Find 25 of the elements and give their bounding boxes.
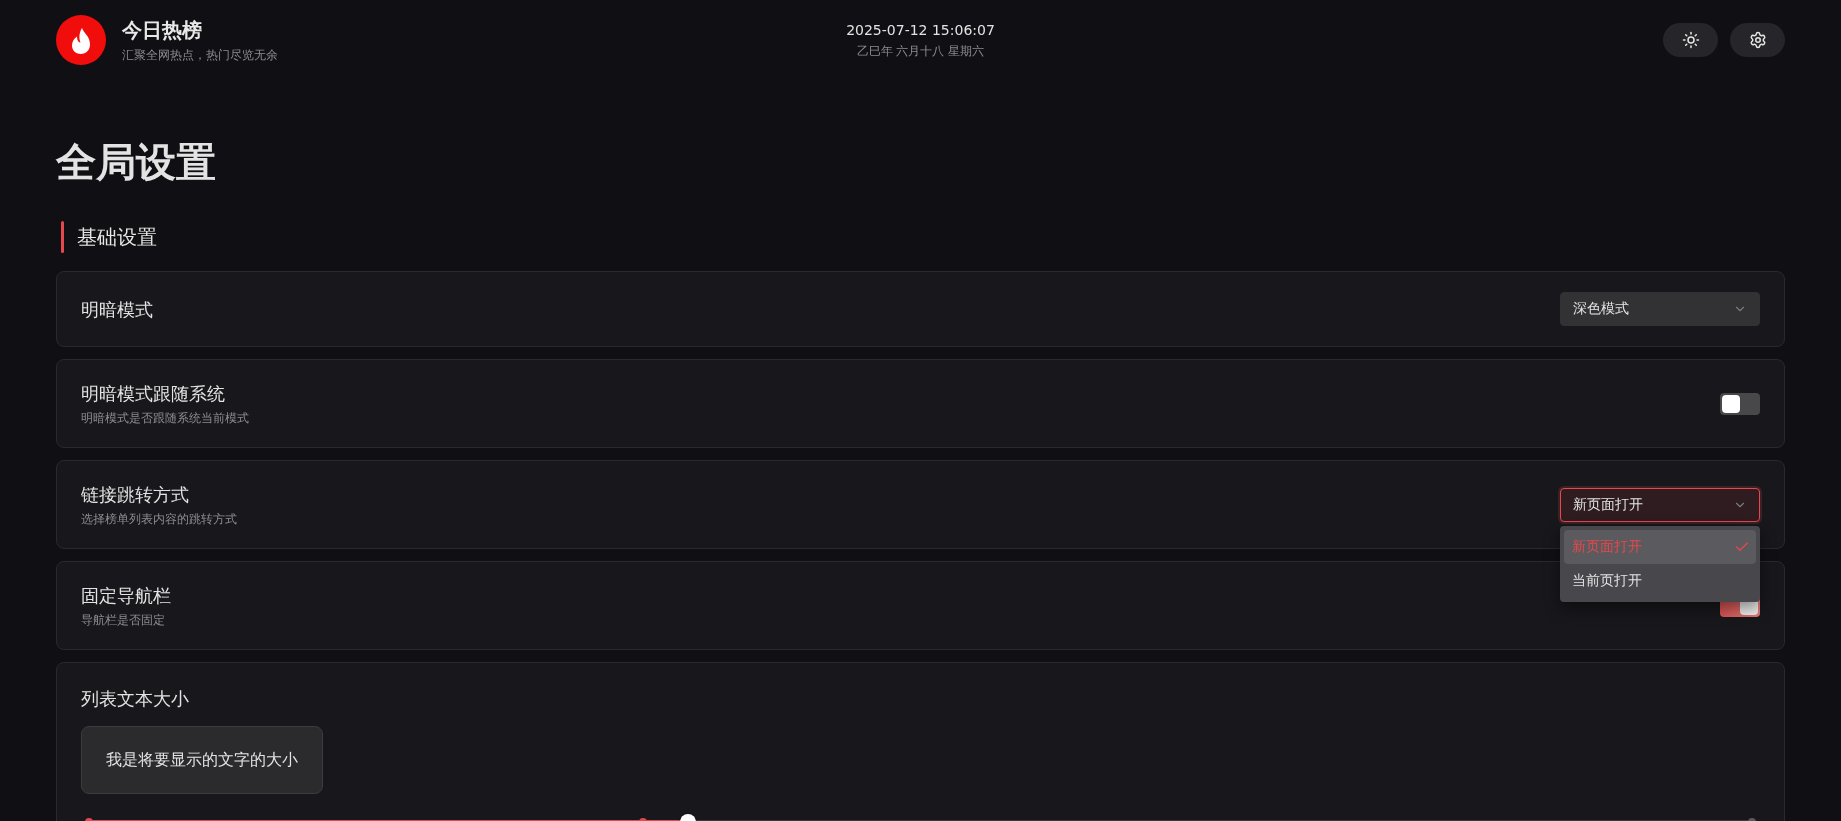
font-size-preview: 我是将要显示的文字的大小	[81, 726, 323, 794]
settings-button[interactable]	[1730, 23, 1785, 57]
select-field[interactable]: 新页面打开	[1560, 487, 1760, 522]
theme-toggle-button[interactable]	[1663, 23, 1718, 57]
setting-label: 列表文本大小	[81, 687, 189, 711]
dropdown-option[interactable]: 当前页打开	[1564, 563, 1756, 598]
flame-logo-icon	[56, 15, 106, 65]
setting-label: 固定导航栏	[81, 584, 171, 608]
settings-icon	[1748, 31, 1767, 49]
lunar-date: 乙巳年 六月十八 星期六	[856, 43, 985, 59]
accent-bar	[61, 221, 64, 253]
select-field[interactable]: 深色模式	[1560, 292, 1760, 326]
section-title: 基础设置	[77, 224, 157, 251]
setting-description: 导航栏是否固定	[81, 612, 166, 629]
setting-description: 选择榜单列表内容的跳转方式	[81, 511, 237, 528]
setting-label: 明暗模式	[81, 297, 153, 322]
toggle-switch[interactable]	[1720, 392, 1760, 415]
date-time: 2025-07-12 15:06:07	[846, 21, 995, 39]
app-title: 今日热榜	[122, 17, 203, 43]
page-title: 全局设置	[56, 138, 216, 186]
setting-label: 明暗模式跟随系统	[81, 382, 226, 406]
setting-description: 明暗模式是否跟随系统当前模式	[81, 410, 249, 427]
app-subtitle: 汇聚全网热点，热门尽览无余	[122, 47, 278, 63]
sun-icon	[1681, 31, 1700, 49]
setting-label: 链接跳转方式	[81, 483, 190, 507]
